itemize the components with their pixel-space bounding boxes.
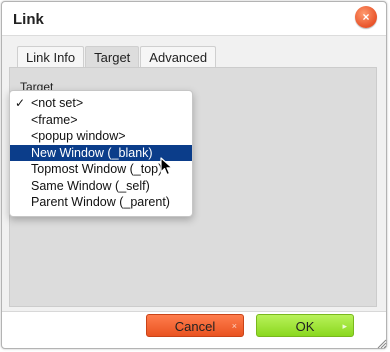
option-label: <not set> xyxy=(31,96,84,110)
footer-divider xyxy=(2,311,386,312)
cancel-x-icon: × xyxy=(231,321,237,331)
option-label: New Window (_blank) xyxy=(31,145,153,160)
ok-arrow-icon: ▸ xyxy=(342,321,347,331)
option-label: Same Window (_self) xyxy=(31,178,150,193)
option-not-set[interactable]: ✓ <not set> xyxy=(10,95,192,112)
tab-advanced[interactable]: Advanced xyxy=(140,46,217,68)
option-same-window[interactable]: Same Window (_self) xyxy=(10,178,192,195)
mouse-pointer-icon xyxy=(160,157,173,176)
target-dropdown-list[interactable]: ✓ <not set> <frame> <popup window> New W… xyxy=(9,90,193,217)
ok-button[interactable]: OK ▸ xyxy=(256,314,354,337)
dialog-title: Link xyxy=(13,11,44,28)
option-label: <frame> xyxy=(31,112,78,127)
resize-grip-icon[interactable] xyxy=(377,339,387,349)
option-popup-window[interactable]: <popup window> xyxy=(10,128,192,145)
option-label: <popup window> xyxy=(31,129,126,143)
tab-link-info[interactable]: Link Info xyxy=(17,46,85,68)
ok-button-label: OK xyxy=(295,319,315,334)
close-icon[interactable]: × xyxy=(355,6,377,28)
option-parent-window[interactable]: Parent Window (_parent) xyxy=(10,194,192,211)
option-label: Topmost Window (_top) xyxy=(31,162,163,176)
cancel-button-label: Cancel xyxy=(174,319,216,334)
option-frame[interactable]: <frame> xyxy=(10,112,192,129)
cancel-button[interactable]: Cancel × xyxy=(146,314,244,337)
checkmark-icon: ✓ xyxy=(15,96,26,110)
tab-target[interactable]: Target xyxy=(85,46,140,68)
tab-bar: Link Info Target Advanced xyxy=(17,46,217,68)
option-label: Parent Window (_parent) xyxy=(31,195,170,209)
